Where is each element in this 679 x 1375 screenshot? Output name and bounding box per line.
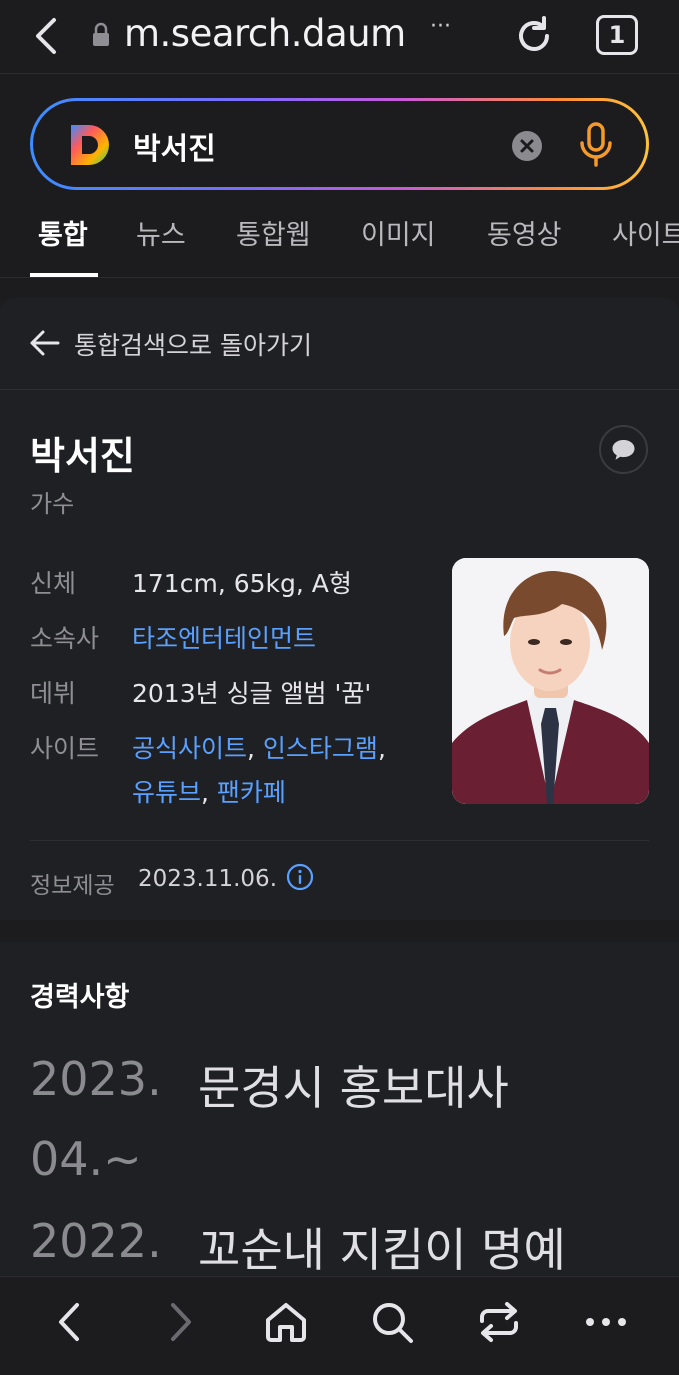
profile-name: 박서진 xyxy=(30,434,135,478)
info-label-site: 사이트 xyxy=(30,734,100,763)
profile-photo[interactable] xyxy=(452,558,649,804)
site-links-line-1: 공식사이트, 인스타그램, xyxy=(132,734,386,763)
tab-count-button[interactable]: 1 xyxy=(596,15,638,55)
official-site-link[interactable]: 공식사이트 xyxy=(132,734,247,763)
provider-label: 정보제공 xyxy=(30,873,115,899)
feedback-button[interactable] xyxy=(599,425,648,474)
url-text[interactable]: m.search.daum xyxy=(124,12,406,55)
profile-job: 가수 xyxy=(30,490,75,518)
daum-logo-icon[interactable] xyxy=(67,122,113,168)
search-header: 박서진 통합 뉴스 통합웹 이미지 동영상 사이트 xyxy=(0,75,679,278)
tab-news[interactable]: 뉴스 xyxy=(136,213,186,252)
career-year-end: 04.~ xyxy=(30,1132,142,1186)
info-label-debut: 데뷔 xyxy=(30,679,77,708)
active-tab-indicator xyxy=(30,273,98,277)
back-to-search-label: 통합검색으로 돌아가기 xyxy=(74,331,312,360)
info-label-body: 신체 xyxy=(30,569,77,598)
youtube-link[interactable]: 유튜브 xyxy=(132,778,201,807)
arrow-left-icon xyxy=(30,330,60,356)
tab-images[interactable]: 이미지 xyxy=(361,213,436,252)
chevron-left-icon[interactable] xyxy=(46,1297,96,1347)
career-year: 2022. xyxy=(30,1214,162,1268)
tab-integrated[interactable]: 통합 xyxy=(38,213,88,252)
career-title: 경력사항 xyxy=(30,982,130,1013)
career-section: 경력사항 2023. 문경시 홍보대사 04.~ 2022. 꼬순내 지킴이 명… xyxy=(0,942,679,1282)
fancafe-link[interactable]: 팬카페 xyxy=(217,778,286,807)
agency-link[interactable]: 타조엔터테인먼트 xyxy=(132,619,316,655)
tab-web[interactable]: 통합웹 xyxy=(236,213,311,252)
info-value-debut: 2013년 싱글 앨범 '꿈' xyxy=(132,679,372,708)
browser-url-bar: m.search.daum ··· 1 xyxy=(0,0,679,74)
more-icon[interactable] xyxy=(581,1297,631,1347)
provider-date: 2023.11.06. xyxy=(138,866,277,892)
profile-card: 통합검색으로 돌아가기 박서진 가수 신체 171cm, 65kg, A형 소속… xyxy=(0,298,679,920)
reload-icon[interactable] xyxy=(510,12,558,60)
microphone-icon[interactable] xyxy=(578,121,614,169)
career-desc: 문경시 홍보대사 xyxy=(198,1061,509,1115)
clear-icon xyxy=(520,139,534,153)
chevron-left-icon[interactable] xyxy=(26,12,70,60)
instagram-link[interactable]: 인스타그램 xyxy=(263,734,378,763)
search-query[interactable]: 박서진 xyxy=(133,124,216,168)
home-icon[interactable] xyxy=(261,1297,311,1347)
career-year: 2023. xyxy=(30,1052,162,1106)
info-icon[interactable] xyxy=(286,863,314,891)
chevron-right-icon[interactable] xyxy=(154,1297,204,1347)
search-box[interactable]: 박서진 xyxy=(30,98,649,190)
switch-icon[interactable] xyxy=(474,1297,524,1347)
lock-icon xyxy=(93,22,109,46)
card-divider xyxy=(30,840,649,841)
career-desc: 꼬순내 지킴이 명예 xyxy=(198,1223,566,1277)
site-links-line-2: 유튜브, 팬카페 xyxy=(132,778,286,807)
profile-photo-portrait xyxy=(452,558,649,804)
tab-videos[interactable]: 동영상 xyxy=(487,213,562,252)
url-more-indicator: ··· xyxy=(430,14,451,39)
speech-bubble-icon xyxy=(612,440,635,460)
bottom-nav xyxy=(0,1276,679,1375)
info-label-agency: 소속사 xyxy=(30,624,100,653)
clear-button[interactable] xyxy=(512,131,542,161)
back-to-search-link[interactable]: 통합검색으로 돌아가기 xyxy=(0,298,679,390)
search-icon[interactable] xyxy=(367,1297,417,1347)
info-value-body: 171cm, 65kg, A형 xyxy=(132,569,352,598)
search-box-inner: 박서진 xyxy=(33,101,646,187)
tab-sites[interactable]: 사이트 xyxy=(612,213,679,252)
search-tabs: 통합 뉴스 통합웹 이미지 동영상 사이트 xyxy=(0,205,679,278)
